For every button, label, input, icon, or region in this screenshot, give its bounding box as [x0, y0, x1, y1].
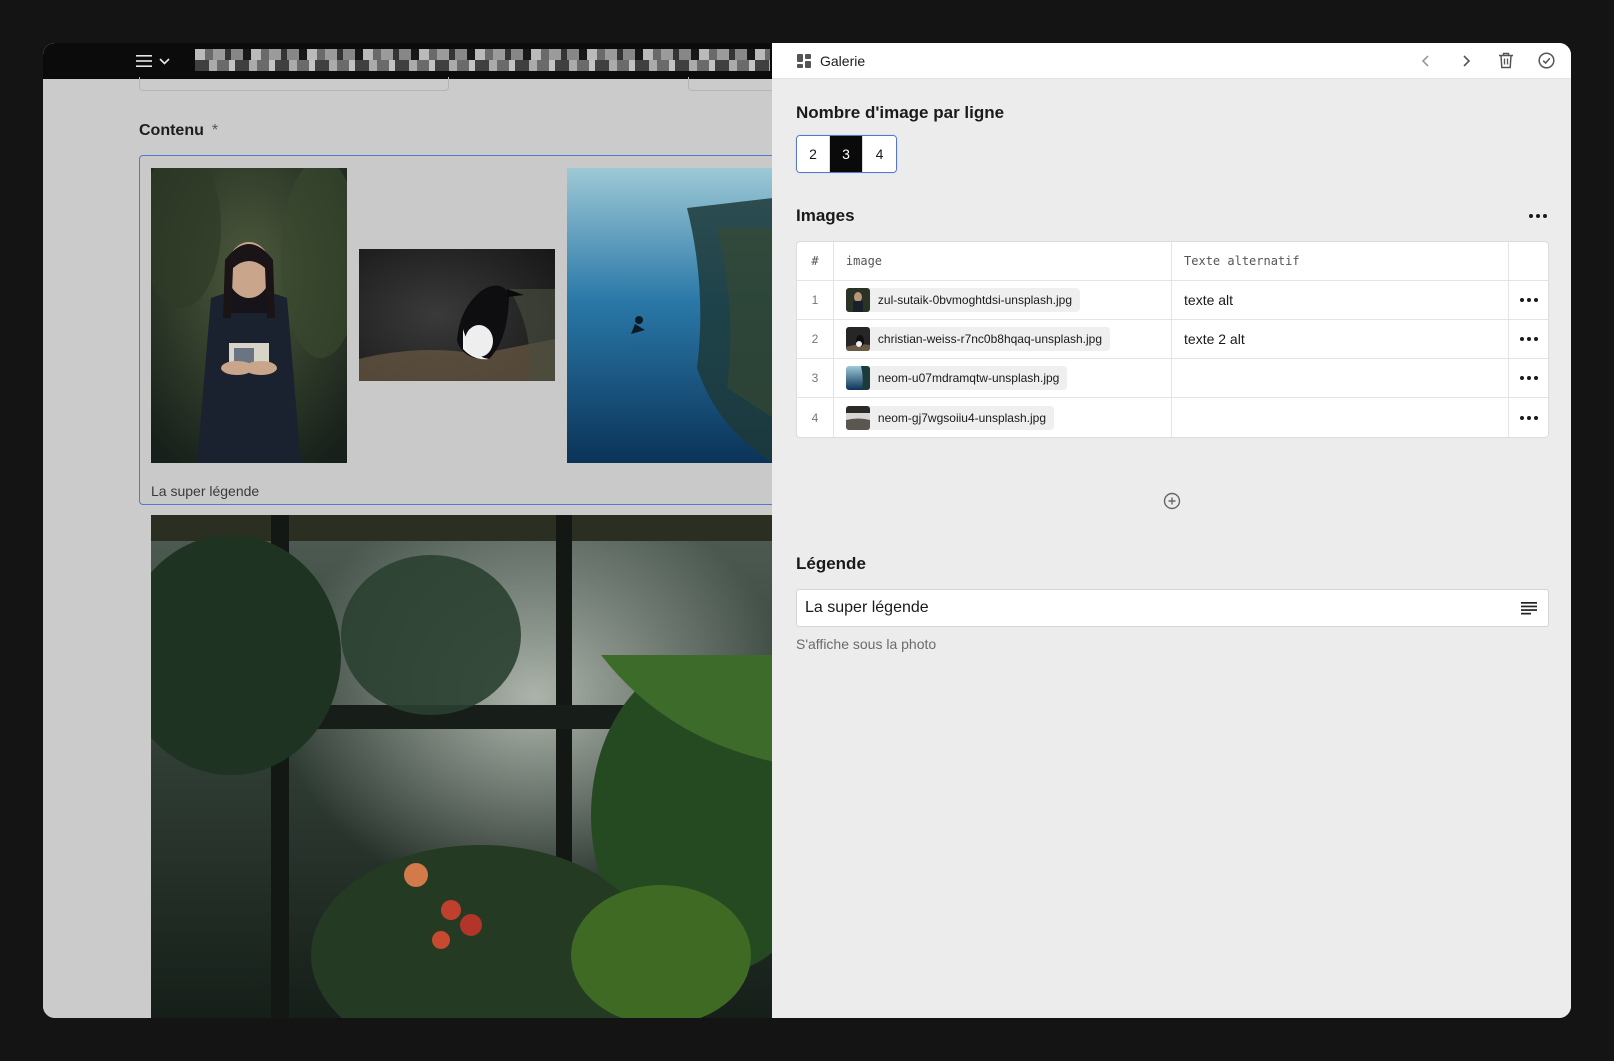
per-row-option-2[interactable]: 2 — [797, 136, 830, 172]
image-file-name: zul-sutaik-0bvmoghtdsi-unsplash.jpg — [877, 293, 1073, 307]
image-file-chip[interactable]: zul-sutaik-0bvmoghtdsi-unsplash.jpg — [845, 288, 1081, 312]
trash-icon — [1499, 52, 1513, 69]
content-field-label: Contenu * — [139, 122, 219, 139]
row-number: 1 — [797, 281, 834, 319]
grid-icon — [797, 53, 811, 68]
gallery-image-portrait[interactable] — [151, 168, 347, 463]
image-thumbnail — [845, 288, 870, 312]
legend-label: Légende — [796, 554, 866, 573]
page-editor: Contenu * La super légende — [43, 43, 773, 1018]
panel-title: Galerie — [796, 53, 1415, 69]
col-header-actions — [1509, 242, 1548, 280]
legend-input[interactable] — [805, 599, 1520, 617]
chevron-left-icon — [1421, 54, 1429, 67]
table-row[interactable]: 3 neom-u07mdramqtw-unsplash.jpg — [797, 359, 1548, 398]
image-file-chip[interactable]: neom-gj7wgsoiiu4-unsplash.jpg — [845, 405, 1055, 430]
menu-button[interactable] — [135, 50, 170, 72]
image-file-name: christian-weiss-r7nc0b8hqaq-unsplash.jpg — [877, 332, 1103, 346]
gallery-caption-preview: La super légende — [151, 483, 260, 499]
image-file-chip[interactable]: christian-weiss-r7nc0b8hqaq-unsplash.jpg — [845, 327, 1111, 351]
panel-title-text: Galerie — [820, 52, 866, 69]
row-number: 4 — [797, 398, 834, 437]
confirm-button[interactable] — [1535, 50, 1557, 72]
app-window: Contenu * La super légende Galerie Nombr… — [43, 43, 1571, 1018]
alt-text-cell[interactable]: texte alt — [1172, 281, 1510, 319]
previous-button[interactable] — [1415, 50, 1437, 72]
row-number: 3 — [797, 359, 834, 397]
per-row-label: Nombre d'image par ligne — [796, 103, 1005, 122]
row-more-button[interactable] — [1518, 293, 1540, 307]
col-header-num: # — [797, 242, 834, 280]
alt-text-cell[interactable] — [1172, 359, 1510, 397]
images-label: Images — [796, 206, 855, 225]
legend-hint: S'affiche sous la photo — [796, 636, 937, 652]
table-row[interactable]: 2 christian-weiss-r7nc0b8hqaq-unsplash.j… — [797, 320, 1548, 359]
legend-field[interactable] — [796, 589, 1549, 627]
table-row[interactable]: 1 zul-sutaik-0bvmoghtdsi-unsplash.jpg te… — [797, 281, 1548, 320]
row-more-button[interactable] — [1518, 371, 1540, 385]
col-header-image: image — [834, 242, 1173, 280]
row-more-button[interactable] — [1518, 332, 1540, 346]
image-file-name: neom-u07mdramqtw-unsplash.jpg — [877, 371, 1060, 385]
image-thumbnail — [845, 405, 870, 430]
required-marker: * — [211, 122, 219, 139]
add-image-button[interactable] — [1163, 492, 1181, 510]
title-input-edge — [139, 77, 449, 91]
col-header-alt: Texte alternatif — [1172, 242, 1510, 280]
chevron-down-icon — [159, 57, 170, 65]
hamburger-icon — [136, 55, 152, 67]
table-row[interactable]: 4 neom-gj7wgsoiiu4-unsplash.jpg — [797, 398, 1548, 437]
delete-button[interactable] — [1495, 50, 1517, 72]
gallery-settings-panel: Galerie Nombre d'image par ligne 2 3 4 I… — [772, 43, 1571, 1018]
check-circle-icon — [1537, 52, 1555, 69]
panel-header: Galerie — [772, 43, 1571, 79]
per-row-option-4[interactable]: 4 — [863, 136, 896, 172]
table-header: # image Texte alternatif — [797, 242, 1548, 281]
slug-input-edge — [688, 77, 773, 91]
per-row-selector: 2 3 4 — [796, 135, 897, 173]
alt-text-cell[interactable]: texte 2 alt — [1172, 320, 1510, 358]
row-number: 2 — [797, 320, 834, 358]
next-button[interactable] — [1455, 50, 1477, 72]
image-file-chip[interactable]: neom-u07mdramqtw-unsplash.jpg — [845, 366, 1068, 390]
alt-text-cell[interactable] — [1172, 398, 1510, 437]
images-table: # image Texte alternatif 1 zul-sutaik-0b… — [796, 241, 1549, 438]
gallery-image-diver[interactable] — [567, 168, 773, 463]
row-more-button[interactable] — [1518, 411, 1540, 425]
images-more-button[interactable] — [1527, 209, 1549, 223]
plus-circle-icon — [1163, 492, 1181, 510]
image-file-name: neom-gj7wgsoiiu4-unsplash.jpg — [877, 410, 1047, 425]
per-row-option-3[interactable]: 3 — [830, 136, 863, 172]
redacted-breadcrumb — [195, 49, 770, 71]
editor-topbar — [43, 43, 773, 79]
greenhouse-image[interactable] — [151, 515, 773, 1018]
image-thumbnail — [845, 366, 870, 390]
gallery-image-bird[interactable] — [359, 249, 555, 381]
chevron-right-icon — [1463, 54, 1471, 67]
text-align-icon[interactable] — [1520, 601, 1538, 615]
image-thumbnail — [845, 327, 870, 351]
